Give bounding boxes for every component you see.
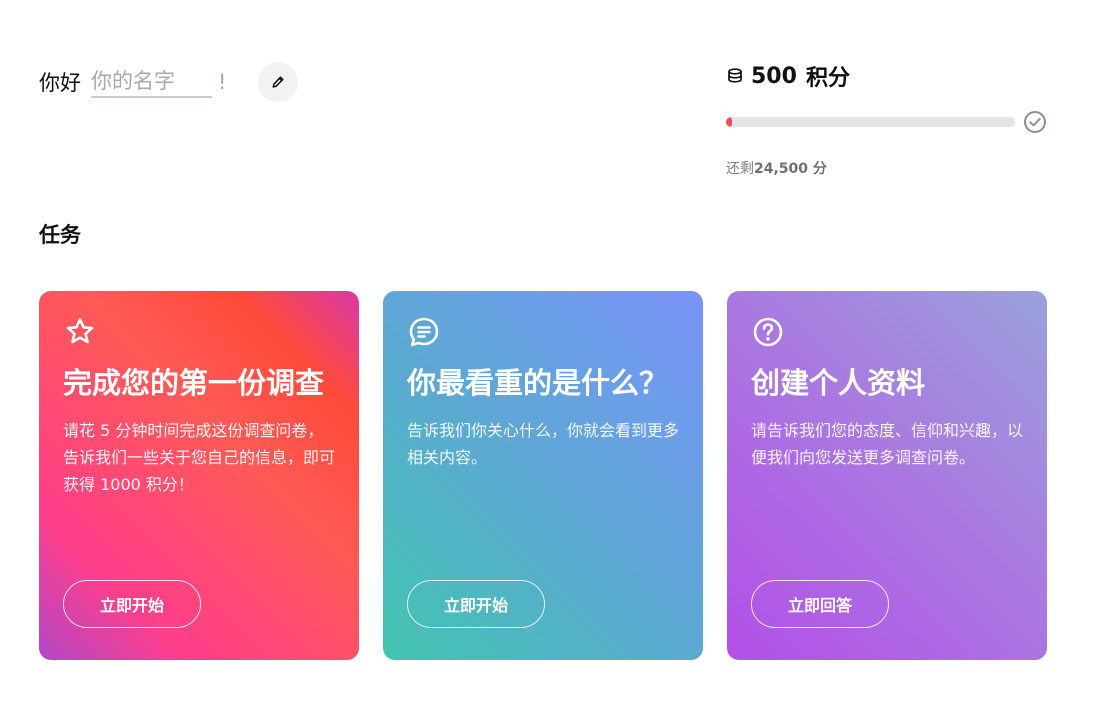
remaining-prefix: 还剩 bbox=[726, 161, 754, 177]
progress-track bbox=[726, 117, 1015, 127]
task-card-profile: 创建个人资料 请告诉我们您的态度、信仰和兴趣，以便我们向您发送更多调查问卷。 立… bbox=[727, 291, 1047, 660]
card-title: 你最看重的是什么？ bbox=[407, 366, 669, 400]
task-card-priorities: 你最看重的是什么？ 告诉我们你关心什么，你就会看到更多相关内容。 立即开始 bbox=[383, 291, 703, 660]
card-description: 请花 5 分钟时间完成这份调查问卷，告诉我们一些关于您自己的信息，即可获得 10… bbox=[63, 421, 336, 494]
start-priorities-button[interactable]: 立即开始 bbox=[407, 580, 545, 628]
name-input[interactable] bbox=[91, 66, 212, 98]
edit-name-button[interactable] bbox=[258, 62, 299, 102]
tasks-title: 任务 bbox=[39, 223, 81, 247]
card-description: 告诉我们你关心什么，你就会看到更多相关内容。 bbox=[407, 421, 680, 467]
points-value: 500 bbox=[751, 63, 797, 89]
card-title: 创建个人资料 bbox=[751, 366, 926, 400]
points-progress bbox=[726, 110, 1048, 134]
points-summary: 500 积分 还剩24,500 分 bbox=[726, 60, 1048, 178]
star-icon bbox=[66, 318, 94, 344]
points-unit: 积分 bbox=[805, 66, 850, 91]
task-card-survey: 完成您的第一份调查 请花 5 分钟时间完成这份调查问卷，告诉我们一些关于您自己的… bbox=[39, 291, 359, 660]
points-remaining: 还剩24,500 分 bbox=[726, 158, 1048, 178]
coins-icon bbox=[728, 68, 742, 83]
card-title: 完成您的第一份调查 bbox=[63, 366, 325, 400]
progress-fill bbox=[726, 117, 732, 127]
dashboard-page: 你好 ! 500 积分 bbox=[0, 0, 1095, 715]
chat-bubble-icon bbox=[409, 317, 439, 347]
start-survey-button[interactable]: 立即开始 bbox=[63, 580, 201, 628]
check-circle-icon bbox=[1024, 111, 1046, 133]
pencil-icon bbox=[272, 76, 284, 88]
greeting: 你好 ! bbox=[39, 62, 299, 102]
greeting-exclamation: ! bbox=[218, 70, 227, 94]
points-total: 500 积分 bbox=[726, 60, 1048, 92]
card-description: 请告诉我们您的态度、信仰和兴趣，以便我们向您发送更多调查问卷。 bbox=[751, 421, 1024, 467]
task-cards: 完成您的第一份调查 请花 5 分钟时间完成这份调查问卷，告诉我们一些关于您自己的… bbox=[39, 291, 1047, 660]
question-circle-icon bbox=[753, 317, 783, 347]
answer-profile-button[interactable]: 立即回答 bbox=[751, 580, 889, 628]
greeting-hello: 你好 bbox=[39, 71, 81, 95]
remaining-amount: 24,500 分 bbox=[754, 161, 827, 177]
